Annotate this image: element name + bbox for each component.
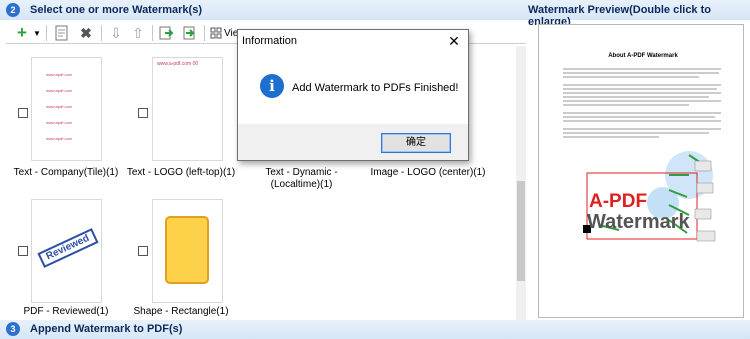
watermark-label: Text - LOGO (left-top)(1) — [126, 167, 236, 178]
toolbar-divider — [204, 25, 205, 41]
import-icon[interactable] — [156, 24, 176, 42]
toolbar-divider — [46, 25, 47, 41]
dialog-titlebar[interactable]: Information ✕ — [238, 30, 468, 52]
export-icon[interactable] — [180, 24, 200, 42]
preview-watermark-text: Watermark — [587, 211, 690, 233]
ok-button[interactable]: 确定 — [381, 133, 451, 153]
plus-icon[interactable]: + — [12, 23, 32, 42]
edit-icon[interactable] — [52, 24, 72, 42]
delete-icon[interactable]: ✖ — [76, 24, 96, 42]
watermark-thumbnail[interactable]: www.a-pdf.com 00 — [152, 57, 223, 161]
dialog-body: i Add Watermark to PDFs Finished! — [238, 52, 468, 124]
list-scrollbar[interactable] — [516, 46, 526, 320]
watermark-thumbnail[interactable]: Reviewed — [31, 199, 102, 303]
svg-text:www.apdf.com: www.apdf.com — [46, 88, 73, 93]
dialog-title: Information — [242, 35, 298, 47]
svg-text:www.apdf.com: www.apdf.com — [46, 72, 73, 77]
svg-text:www.apdf.com: www.apdf.com — [46, 136, 73, 141]
rectangle-shape — [165, 216, 209, 284]
view-icon[interactable] — [209, 24, 223, 42]
section-number-badge: 2 — [6, 3, 20, 17]
section-title: Append Watermark to PDF(s) — [30, 323, 183, 335]
watermark-label: Shape - Rectangle(1) — [133, 306, 229, 317]
watermark-label: Text - Dynamic - (Localtime)(1) — [265, 167, 338, 190]
watermark-checkbox[interactable] — [138, 246, 148, 256]
chevron-down-icon[interactable]: ▼ — [32, 24, 42, 42]
svg-text:www.apdf.com: www.apdf.com — [46, 104, 73, 109]
watermark-checkbox[interactable] — [18, 246, 28, 256]
move-up-icon[interactable]: ⇧ — [128, 24, 148, 42]
watermark-preview-panel[interactable]: About A-PDF Watermark A-PDF Watermark — [538, 24, 744, 318]
section-header-append: 3 Append Watermark to PDF(s) — [0, 320, 750, 339]
information-dialog: Information ✕ i Add Watermark to PDFs Fi… — [237, 29, 469, 161]
scrollbar-thumb[interactable] — [517, 181, 525, 281]
preview-document-image — [563, 68, 721, 242]
reviewed-stamp: Reviewed — [37, 228, 99, 268]
watermark-checkbox[interactable] — [18, 108, 28, 118]
watermark-label: Text - Company(Tile)(1) — [13, 167, 119, 178]
toolbar-divider — [152, 25, 153, 41]
svg-text:www.apdf.com: www.apdf.com — [46, 120, 73, 125]
thumbnail-text: www.a-pdf.com 00 — [157, 61, 199, 67]
info-icon: i — [260, 74, 284, 98]
watermark-label: PDF - Reviewed(1) — [23, 306, 109, 317]
close-icon[interactable]: ✕ — [444, 32, 464, 50]
section-title: Select one or more Watermark(s) — [30, 4, 202, 16]
preview-logo-text: A-PDF — [589, 191, 648, 212]
dialog-message: Add Watermark to PDFs Finished! — [292, 82, 459, 94]
watermark-checkbox[interactable] — [138, 108, 148, 118]
watermark-thumbnail[interactable]: www.apdf.com www.apdf.com www.apdf.com www… — [31, 57, 102, 161]
move-down-icon[interactable]: ⇩ — [106, 24, 126, 42]
watermark-label: Image - LOGO (center)(1) — [370, 167, 486, 178]
section-header-select: 2 Select one or more Watermark(s) Waterm… — [0, 0, 750, 28]
toolbar-divider — [101, 25, 102, 41]
section-number-badge: 3 — [6, 322, 20, 336]
watermark-thumbnail[interactable] — [152, 199, 223, 303]
